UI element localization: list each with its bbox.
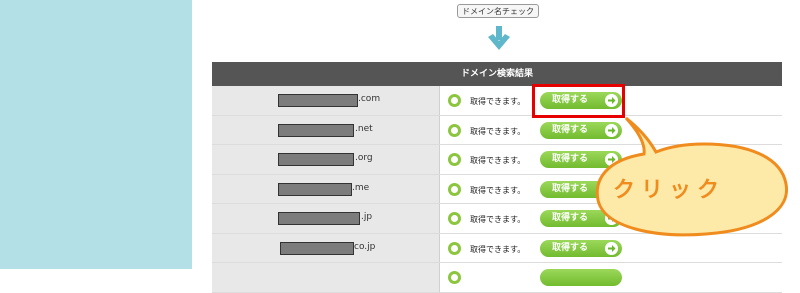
- domain-cell: .com: [212, 86, 439, 115]
- redacted-domain: [278, 212, 360, 225]
- acquire-button[interactable]: [540, 269, 622, 286]
- click-callout-label: クリック: [613, 178, 726, 203]
- table-row: [212, 263, 782, 293]
- status-text: 取得できます。: [470, 97, 526, 106]
- acquire-button-label: 取得する: [552, 242, 589, 253]
- acquire-button-label: 取得する: [552, 183, 589, 194]
- status-text: 取得できます。: [470, 244, 526, 254]
- tld-label: .net: [355, 123, 373, 134]
- tld-label: .me: [352, 182, 370, 193]
- available-icon: [448, 94, 461, 107]
- domain-check-button[interactable]: ドメイン名チェック: [457, 4, 539, 18]
- tld-label: co.jp: [354, 241, 376, 252]
- available-icon: [448, 182, 461, 196]
- arrow-right-icon: [605, 241, 618, 255]
- acquire-button[interactable]: 取得する: [540, 239, 622, 257]
- status-text: 取得できます。: [470, 215, 526, 224]
- available-icon: [448, 153, 461, 166]
- table-header: ドメイン検索結果: [212, 62, 782, 86]
- available-icon: [448, 212, 461, 225]
- tld-label: .org: [355, 153, 373, 163]
- tld-label: .com: [358, 94, 381, 104]
- available-icon: [448, 123, 461, 137]
- domain-cell: .org: [212, 145, 439, 174]
- acquire-button-label: 取得する: [552, 124, 589, 135]
- available-icon: [448, 271, 461, 284]
- domain-cell: co.jp: [212, 233, 439, 262]
- redacted-domain: [280, 241, 354, 255]
- redacted-domain: [278, 182, 352, 196]
- status-text: 取得できます。: [470, 185, 526, 195]
- domain-cell: .jp: [212, 204, 439, 233]
- redacted-domain: [278, 153, 354, 166]
- sidebar-panel: [0, 0, 192, 269]
- status-text: 取得できます。: [470, 156, 526, 165]
- acquire-button-label: 取得する: [552, 154, 589, 164]
- redacted-domain: [278, 123, 354, 137]
- domain-cell: .net: [212, 115, 439, 144]
- arrow-down-icon: [488, 26, 510, 50]
- domain-cell: .me: [212, 174, 439, 203]
- status-text: 取得できます。: [470, 126, 526, 136]
- domain-cell: [212, 263, 439, 292]
- acquire-button-label: 取得する: [552, 213, 589, 223]
- redacted-domain: [278, 94, 358, 107]
- available-icon: [448, 241, 461, 255]
- tld-label: .jp: [361, 212, 373, 222]
